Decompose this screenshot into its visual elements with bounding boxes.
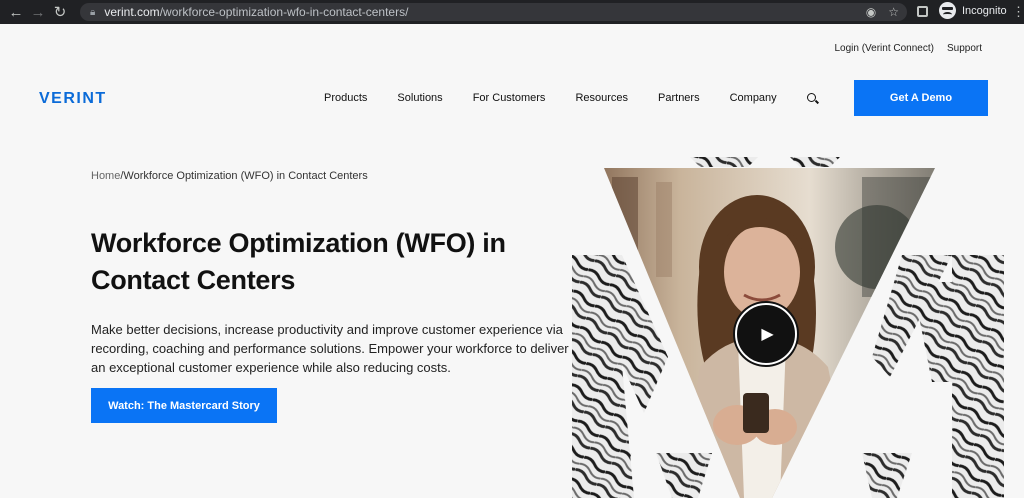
login-link[interactable]: Login (Verint Connect) bbox=[834, 43, 934, 54]
play-video-button[interactable]: ▶ bbox=[735, 303, 797, 365]
breadcrumb-home[interactable]: Home bbox=[91, 170, 120, 182]
utility-nav: Login (Verint Connect) Support bbox=[834, 43, 982, 54]
lock-icon: 🔒︎ bbox=[90, 6, 96, 18]
eye-off-icon[interactable]: ◉ bbox=[866, 5, 876, 19]
watch-video-button[interactable]: Watch: The Mastercard Story bbox=[91, 388, 277, 423]
get-demo-button[interactable]: Get A Demo bbox=[854, 80, 988, 116]
page-title: Workforce Optimization (WFO) in Contact … bbox=[91, 228, 506, 295]
tab-icon[interactable] bbox=[917, 6, 928, 17]
browser-toolbar: ← → ↻ 🔒︎ verint.com/workforce-optimizati… bbox=[0, 0, 1024, 24]
breadcrumb: Home/Workforce Optimization (WFO) in Con… bbox=[91, 170, 368, 182]
breadcrumb-current: Workforce Optimization (WFO) in Contact … bbox=[123, 170, 368, 182]
more-icon[interactable]: ⋮ bbox=[1012, 4, 1024, 20]
main-nav: Products Solutions For Customers Resourc… bbox=[324, 92, 807, 104]
star-icon[interactable]: ☆ bbox=[888, 5, 899, 19]
search-icon[interactable] bbox=[807, 93, 816, 102]
nav-company[interactable]: Company bbox=[730, 92, 777, 104]
reload-icon[interactable]: ↻ bbox=[49, 0, 71, 24]
nav-for-customers[interactable]: For Customers bbox=[473, 92, 546, 104]
forward-arrow-icon[interactable]: → bbox=[27, 0, 49, 24]
back-arrow-icon[interactable]: ← bbox=[5, 0, 27, 24]
hero-description: Make better decisions, increase producti… bbox=[91, 322, 569, 375]
verint-logo[interactable]: VERINT bbox=[39, 90, 107, 108]
support-link[interactable]: Support bbox=[947, 43, 982, 54]
incognito-icon bbox=[939, 2, 956, 19]
incognito-label: Incognito bbox=[962, 4, 1007, 17]
url-text: verint.com/workforce-optimization-wfo-in… bbox=[104, 5, 409, 19]
address-bar[interactable]: 🔒︎ verint.com/workforce-optimization-wfo… bbox=[80, 3, 907, 21]
nav-solutions[interactable]: Solutions bbox=[397, 92, 442, 104]
nav-partners[interactable]: Partners bbox=[658, 92, 700, 104]
play-icon: ▶ bbox=[761, 326, 774, 343]
incognito-profile[interactable]: Incognito bbox=[939, 2, 1007, 19]
nav-resources[interactable]: Resources bbox=[575, 92, 628, 104]
nav-products[interactable]: Products bbox=[324, 92, 367, 104]
